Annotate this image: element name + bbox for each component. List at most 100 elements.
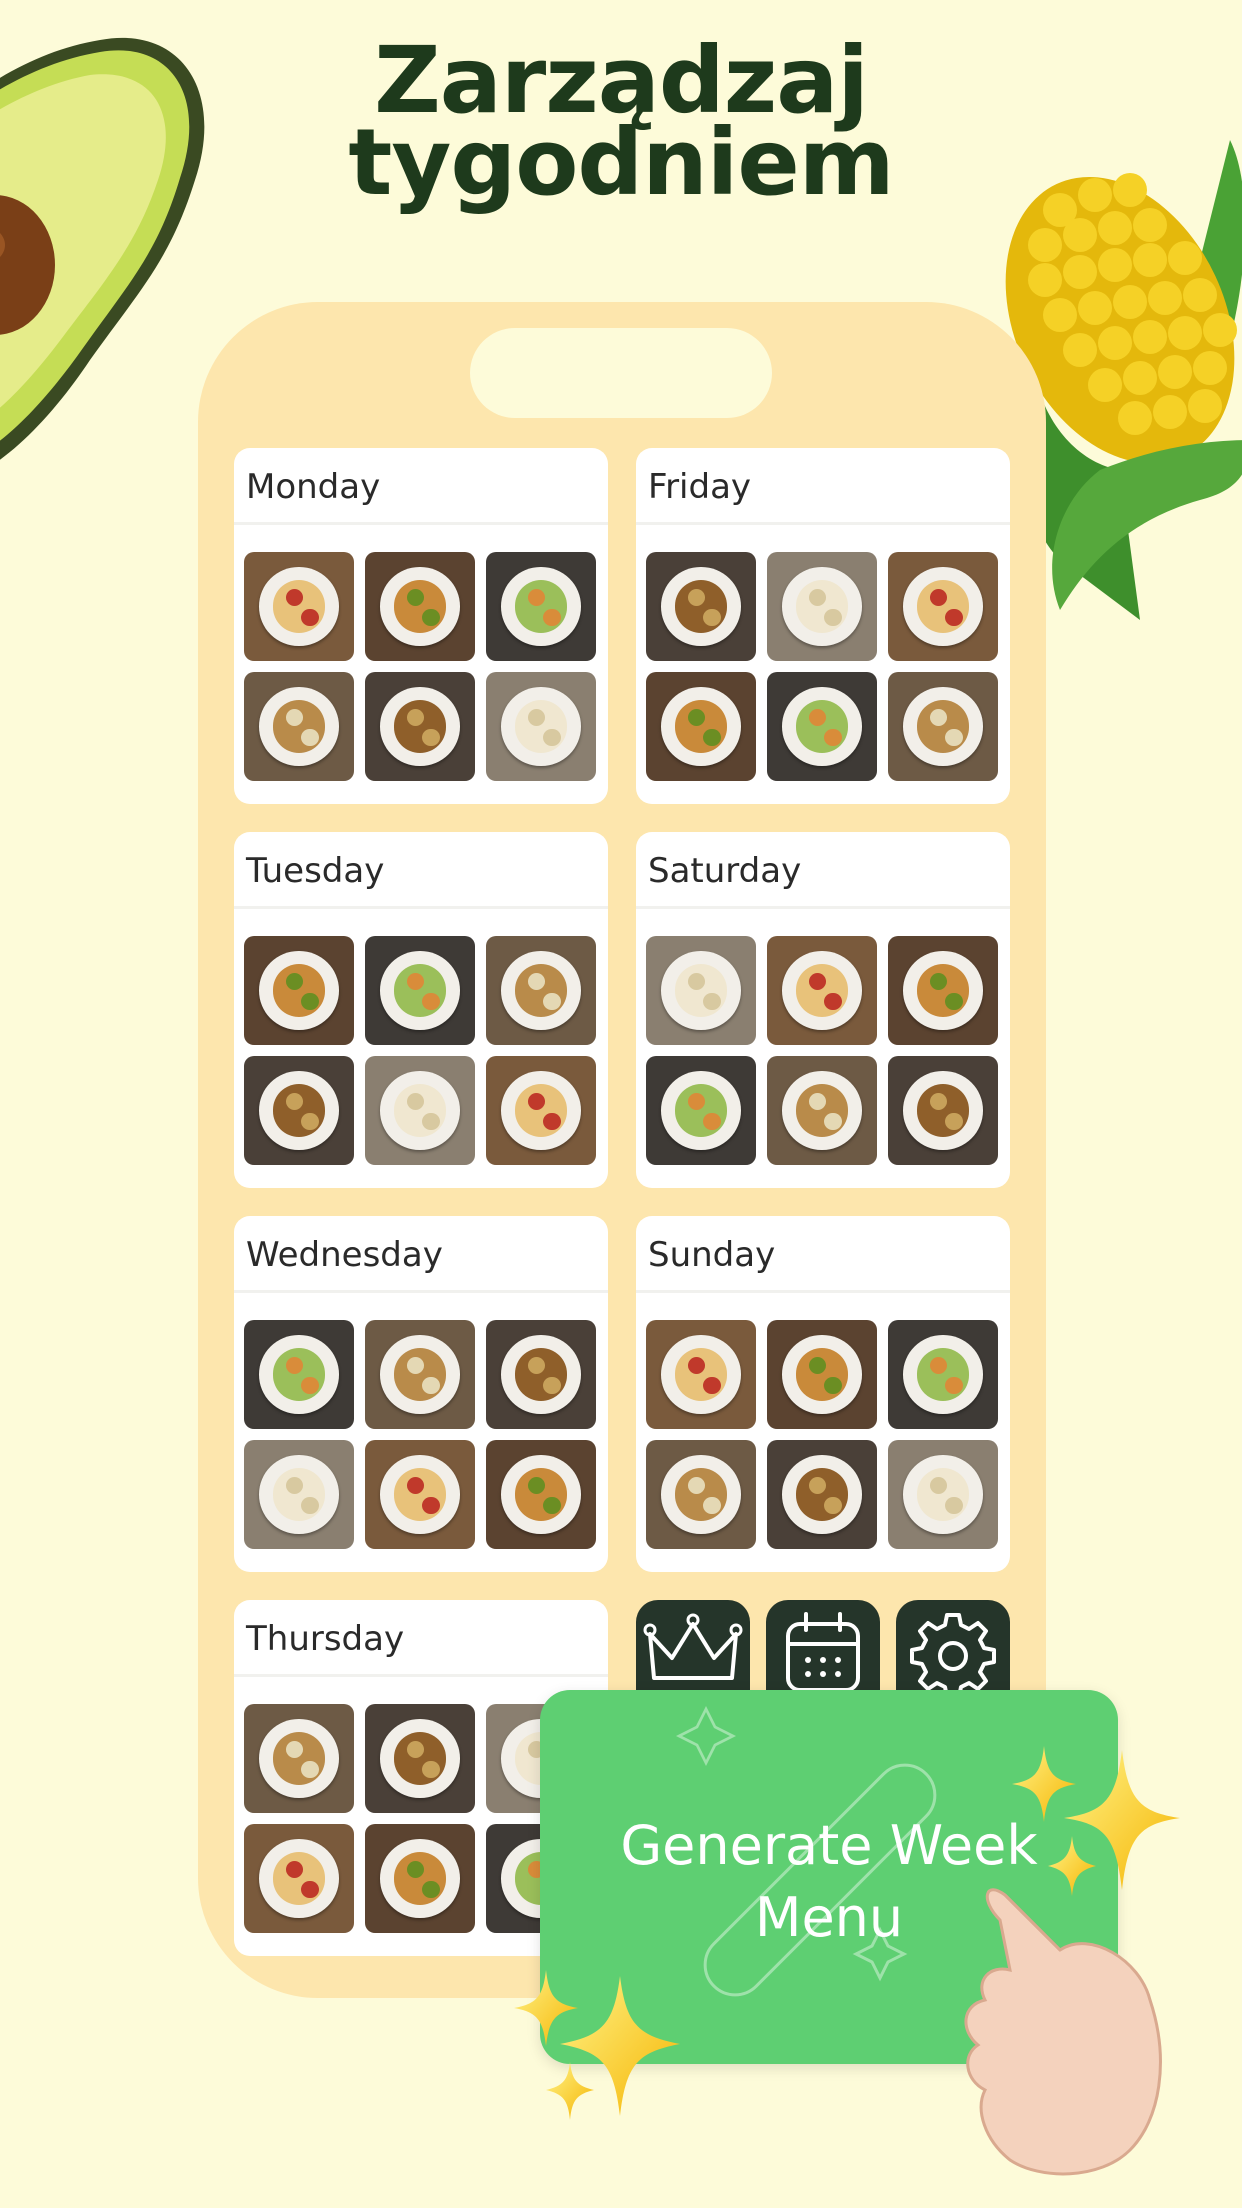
meal-photo-banana-oats[interactable]	[767, 1440, 877, 1549]
meal-photo-cream-soup[interactable]	[486, 672, 596, 781]
garnish	[824, 608, 842, 627]
garnish	[703, 1112, 721, 1131]
garnish	[543, 992, 561, 1011]
meal-photo-soup-toast[interactable]	[888, 552, 998, 661]
meal-photo-carrot-hummus[interactable]	[365, 1704, 475, 1813]
garnish	[703, 728, 721, 747]
meal-photo-club-sandwich[interactable]	[365, 1824, 475, 1933]
garnish	[824, 1496, 842, 1515]
day-title: Wednesday	[234, 1216, 608, 1293]
meal-photo-beef-stew[interactable]	[365, 672, 475, 781]
day-card-saturday[interactable]: Saturday	[636, 832, 1010, 1188]
meal-grid	[244, 552, 598, 781]
garnish	[945, 1496, 963, 1515]
food	[393, 580, 447, 633]
day-card-wednesday[interactable]: Wednesday	[234, 1216, 608, 1572]
meal-photo-pancakes-berries[interactable]	[244, 1704, 354, 1813]
meal-photo-cinnamon-rolls[interactable]	[646, 672, 756, 781]
food	[393, 1084, 447, 1137]
meal-photo-rice-bowl[interactable]	[365, 1056, 475, 1165]
generate-week-menu-button[interactable]: Generate Week Menu	[540, 1690, 1118, 2064]
garnish	[422, 1112, 440, 1131]
meal-photo-green-smoothie[interactable]	[486, 1056, 596, 1165]
meal-photo-yogurt-parfait[interactable]	[244, 1320, 354, 1429]
meal-photo-granola-bars[interactable]	[365, 1320, 475, 1429]
food	[916, 1468, 970, 1521]
garnish	[543, 608, 561, 627]
meal-photo-steak-sweet-potato[interactable]	[767, 552, 877, 661]
food	[674, 700, 728, 753]
meal-photo-grilled-sandwich[interactable]	[767, 936, 877, 1045]
food	[272, 580, 326, 633]
meal-photo-stuffed-avocado[interactable]	[365, 1440, 475, 1549]
meal-photo-carrot-sticks-dip[interactable]	[888, 1440, 998, 1549]
settings-button[interactable]	[896, 1600, 1010, 1700]
day-card-tuesday[interactable]: Tuesday	[234, 832, 608, 1188]
meal-photo-stuffed-peppers[interactable]	[244, 1056, 354, 1165]
meal-grid	[646, 936, 1000, 1165]
food	[272, 1852, 326, 1905]
food	[514, 580, 568, 633]
garnish	[543, 1112, 561, 1131]
meal-photo-mixed-nuts[interactable]	[767, 1320, 877, 1429]
meal-photo-bean-salad[interactable]	[888, 672, 998, 781]
phone-notch	[470, 328, 772, 418]
garnish	[703, 992, 721, 1011]
food	[393, 1468, 447, 1521]
meal-photo-pasta-broccoli[interactable]	[486, 1320, 596, 1429]
calendar-icon	[786, 1612, 860, 1692]
garnish	[301, 608, 319, 627]
food	[795, 700, 849, 753]
day-card-sunday[interactable]: Sunday	[636, 1216, 1010, 1572]
meal-photo-veggie-pizza[interactable]	[888, 936, 998, 1045]
food	[916, 1348, 970, 1401]
meal-photo-roasted-chicken-veg[interactable]	[244, 1824, 354, 1933]
meal-photo-grilled-asparagus[interactable]	[486, 552, 596, 661]
meal-photo-caprese-bites[interactable]	[767, 1056, 877, 1165]
garnish	[301, 1760, 319, 1779]
meal-photo-breakfast-plate[interactable]	[244, 552, 354, 661]
garnish	[301, 1376, 319, 1395]
headline-line-2: tygodniem	[348, 109, 894, 216]
food	[272, 1468, 326, 1521]
meal-photo-shrimp-skewers[interactable]	[486, 936, 596, 1045]
meal-photo-edamame-bowl[interactable]	[646, 1056, 756, 1165]
garnish	[945, 608, 963, 627]
food	[795, 580, 849, 633]
calendar-button[interactable]	[766, 1600, 880, 1700]
garnish	[422, 1376, 440, 1395]
meal-photo-oatmeal-bowl[interactable]	[244, 936, 354, 1045]
day-card-friday[interactable]: Friday	[636, 448, 1010, 804]
food	[795, 964, 849, 1017]
meal-grid	[244, 1320, 598, 1549]
food	[514, 1084, 568, 1137]
food	[272, 700, 326, 753]
day-title: Sunday	[636, 1216, 1010, 1293]
premium-button[interactable]	[636, 1600, 750, 1700]
meal-photo-roast-chicken[interactable]	[365, 552, 475, 661]
food	[795, 1084, 849, 1137]
meal-photo-pancake-stack[interactable]	[646, 936, 756, 1045]
meal-photo-waffles-berries[interactable]	[646, 1320, 756, 1429]
meal-photo-chicken-tenders[interactable]	[646, 1440, 756, 1549]
meal-photo-nut-yogurt[interactable]	[486, 1440, 596, 1549]
meal-photo-fish-greens[interactable]	[888, 1320, 998, 1429]
meal-photo-fish-fillets[interactable]	[244, 672, 354, 781]
day-title: Tuesday	[234, 832, 608, 909]
meal-photo-berry-parfaits[interactable]	[646, 552, 756, 661]
garnish	[422, 608, 440, 627]
food	[272, 1084, 326, 1137]
garnish	[824, 728, 842, 747]
meal-photo-roast-chicken-platter[interactable]	[365, 936, 475, 1045]
garnish	[422, 1496, 440, 1515]
meal-photo-pineapple-rice[interactable]	[767, 672, 877, 781]
day-card-monday[interactable]: Monday	[234, 448, 608, 804]
gear-icon	[910, 1613, 996, 1699]
food	[916, 964, 970, 1017]
garnish	[703, 608, 721, 627]
meal-grid	[646, 1320, 1000, 1549]
food	[393, 964, 447, 1017]
meal-photo-quinoa-salad[interactable]	[888, 1056, 998, 1165]
food	[795, 1348, 849, 1401]
meal-photo-celery-dip[interactable]	[244, 1440, 354, 1549]
